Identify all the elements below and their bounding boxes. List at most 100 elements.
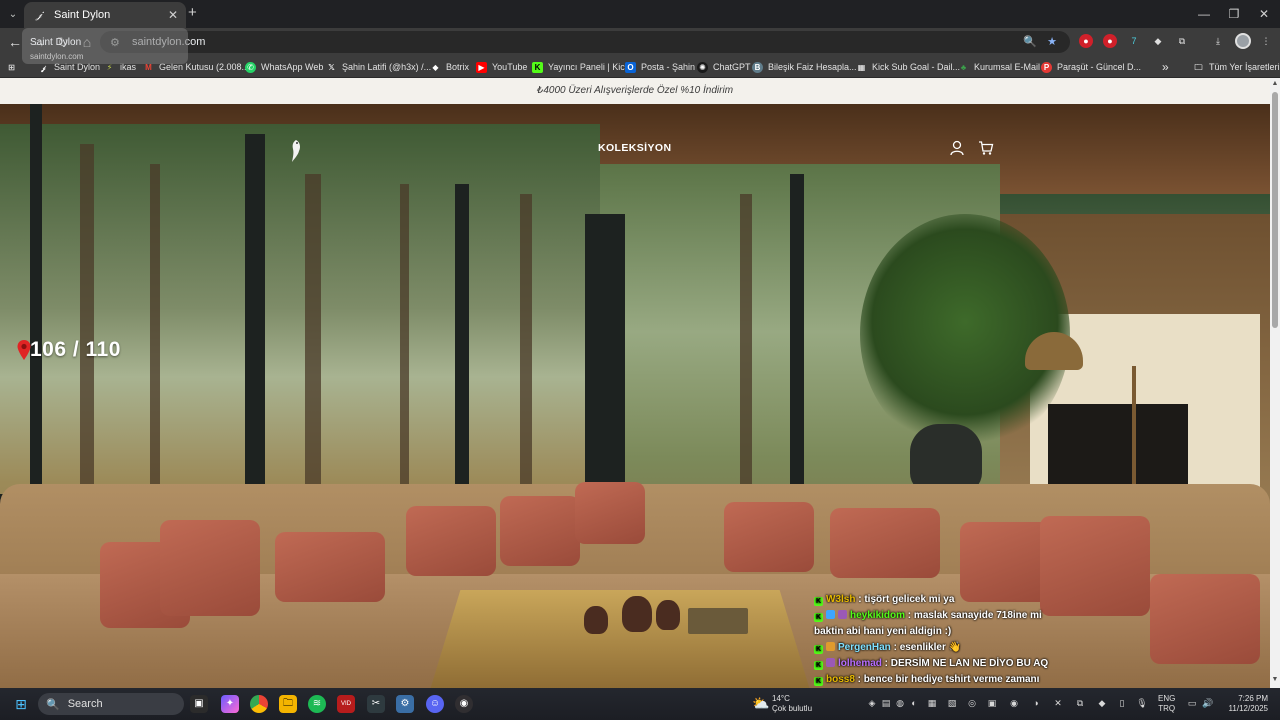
bookmark-label: Paraşüt - Güncel D... <box>1057 62 1142 72</box>
coffee-table <box>430 590 810 688</box>
sub-badge-icon <box>826 642 835 651</box>
kick-icon: K <box>532 61 543 73</box>
bookmark-x[interactable]: 𝕏 Şahin Latifi (@h3x) /... <box>326 60 431 74</box>
apps-grid-icon[interactable]: ⊞ <box>6 60 22 74</box>
discord-icon[interactable]: ☺ <box>426 695 444 713</box>
obs-icon[interactable]: ◉ <box>455 695 473 713</box>
scrollbar-thumb[interactable] <box>1272 92 1278 328</box>
bookmark-chatgpt[interactable]: ✺ ChatGPT <box>697 60 751 74</box>
bookmark-youtube[interactable]: ▶ YouTube <box>476 60 527 74</box>
site-logo-bird-icon[interactable] <box>286 138 306 164</box>
window-frame <box>30 104 42 534</box>
tray-app-icon[interactable]: ▧ <box>946 697 958 709</box>
bookmark-star-icon[interactable]: ★ <box>1044 34 1060 50</box>
tray-app-icon[interactable]: ◆ <box>1096 697 1108 709</box>
tooltip-url: saintdylon.com <box>30 52 84 61</box>
tray-app-icon[interactable]: ◈ <box>866 697 878 709</box>
mail-tree-icon: ♣ <box>960 62 967 72</box>
task-view-icon[interactable]: ▣ <box>190 695 208 713</box>
extension-lastpass-icon[interactable]: ● <box>1103 34 1117 48</box>
bookmark-outlook[interactable]: O Posta - Şahin <box>625 60 695 74</box>
bookmark-kurumsal-email[interactable]: ♣ Kurumsal E-Mail <box>958 60 1040 74</box>
windows-start-icon[interactable]: ⊞ <box>12 695 30 713</box>
page-scrollbar[interactable]: ▲ ▼ <box>1270 78 1280 688</box>
pillow <box>575 482 645 544</box>
tree-trunk <box>740 194 752 494</box>
pillow <box>500 496 580 566</box>
microphone-icon[interactable]: 🎙 <box>1136 697 1148 709</box>
pillow <box>275 532 385 602</box>
tray-app-icon[interactable]: ▦ <box>926 697 938 709</box>
menu-kebab-icon[interactable]: ⋮ <box>1259 34 1273 48</box>
tray-app-icon[interactable]: ◐ <box>908 697 920 709</box>
maximize-button[interactable]: ❐ <box>1226 6 1242 22</box>
steam-icon[interactable]: ◑ <box>1030 697 1042 709</box>
address-bar[interactable]: ⚙ saintdylon.com <box>100 31 1070 53</box>
new-tab-button[interactable]: + <box>188 5 202 23</box>
taskbar-search[interactable]: 🔍 Search <box>38 693 184 715</box>
tray-app-icon[interactable]: ▯ <box>1116 697 1128 709</box>
hero-image: KOLEKSİYON 106 / 110 <box>0 104 1270 688</box>
bookmark-kick[interactable]: K Yayıncı Paneli | Kick <box>532 60 629 74</box>
extensions-puzzle-icon[interactable]: ⧉ <box>1175 34 1189 48</box>
file-explorer-icon[interactable]: 🗀 <box>279 695 297 713</box>
nav-collection-link[interactable]: KOLEKSİYON <box>598 142 671 154</box>
kick-badge-icon: K <box>814 613 823 622</box>
taskbar-weather[interactable]: ⛅ 14°C Çok bulutlu <box>752 693 822 715</box>
copilot-icon[interactable]: ✦ <box>221 695 239 713</box>
tray-app-icon[interactable]: ◍ <box>894 697 906 709</box>
network-icon[interactable]: ▭ <box>1186 697 1198 709</box>
tab-title: Saint Dylon <box>54 9 111 21</box>
bookmarks-overflow-button[interactable]: » <box>1162 60 1169 74</box>
tooltip-title: Saint Dylon <box>30 37 82 48</box>
volume-icon[interactable]: 🔊 <box>1202 697 1214 709</box>
tree-trunk <box>520 194 532 494</box>
shopping-cart-icon[interactable] <box>978 140 994 156</box>
kick-badge-icon: K <box>814 645 823 654</box>
bookmark-kick-sub-goal[interactable]: ▦ Kick Sub Goal - Dail... <box>856 60 960 74</box>
spotify-icon[interactable]: ≋ <box>308 695 326 713</box>
youtube-icon: ▶ <box>476 61 487 73</box>
chat-text: maslak sanayide 718ine mi baktin abi han… <box>814 610 1042 637</box>
grid-icon: ▦ <box>857 62 866 72</box>
taskbar-clock[interactable]: 7:26 PM 11/12/2025 <box>1222 694 1268 714</box>
zoom-icon[interactable]: 🔍 <box>1022 34 1038 50</box>
bookmark-label: Botrix <box>446 62 470 72</box>
capcut-icon[interactable]: ✂ <box>367 695 385 713</box>
browser-tab-strip: ⌄ 𝒿 Saint Dylon ✕ + — ❐ ✕ <box>0 0 1280 28</box>
outlook-icon: O <box>625 61 636 73</box>
download-icon[interactable]: ⤓ <box>1211 34 1225 48</box>
user-account-icon[interactable] <box>950 140 964 156</box>
tray-app-icon[interactable]: ▤ <box>880 697 892 709</box>
video-app-icon[interactable]: VID <box>337 695 355 713</box>
settings-app-icon[interactable]: ⚙ <box>396 695 414 713</box>
tray-app-icon[interactable]: ▣ <box>986 697 998 709</box>
tray-app-icon[interactable]: ✕ <box>1052 697 1064 709</box>
chrome-icon[interactable] <box>250 695 268 713</box>
profile-avatar[interactable] <box>1235 33 1251 49</box>
scroll-down-arrow[interactable]: ▼ <box>1271 676 1279 683</box>
bookmark-whatsapp[interactable]: ✆ WhatsApp Web <box>245 60 323 74</box>
extension-red-icon[interactable]: ● <box>1079 34 1093 48</box>
window-close-button[interactable]: ✕ <box>1256 6 1272 22</box>
all-bookmarks-folder[interactable]: 🗀 Tüm Yer İşaretleri <box>1193 60 1280 74</box>
clock-date: 11/12/2025 <box>1228 704 1268 713</box>
vase <box>584 606 608 634</box>
bookmark-faiz[interactable]: B Bileşik Faiz Hesapla... <box>752 60 857 74</box>
tab-search-button[interactable]: ⌄ <box>4 5 22 23</box>
tray-app-icon[interactable]: ⧉ <box>1074 697 1086 709</box>
extension-translate-icon[interactable]: 7 <box>1127 34 1141 48</box>
bookmark-parasut[interactable]: P Paraşüt - Güncel D... <box>1041 60 1141 74</box>
tray-app-icon[interactable]: ◉ <box>1008 697 1020 709</box>
tray-app-icon[interactable]: ◎ <box>966 697 978 709</box>
tab-close-icon[interactable]: ✕ <box>168 8 178 22</box>
bookmark-label: WhatsApp Web <box>261 62 324 72</box>
scroll-up-arrow[interactable]: ▲ <box>1271 80 1279 87</box>
search-icon: 🔍 <box>46 698 60 711</box>
browser-tab-active[interactable]: 𝒿 Saint Dylon ✕ <box>24 2 186 28</box>
input-language[interactable]: ENG TRQ <box>1158 694 1175 714</box>
window-frame <box>245 134 265 544</box>
bookmark-botrix[interactable]: ◆ Botrix <box>430 60 469 74</box>
minimize-button[interactable]: — <box>1196 6 1212 22</box>
extension-diamond-icon[interactable]: ◆ <box>1151 34 1165 48</box>
